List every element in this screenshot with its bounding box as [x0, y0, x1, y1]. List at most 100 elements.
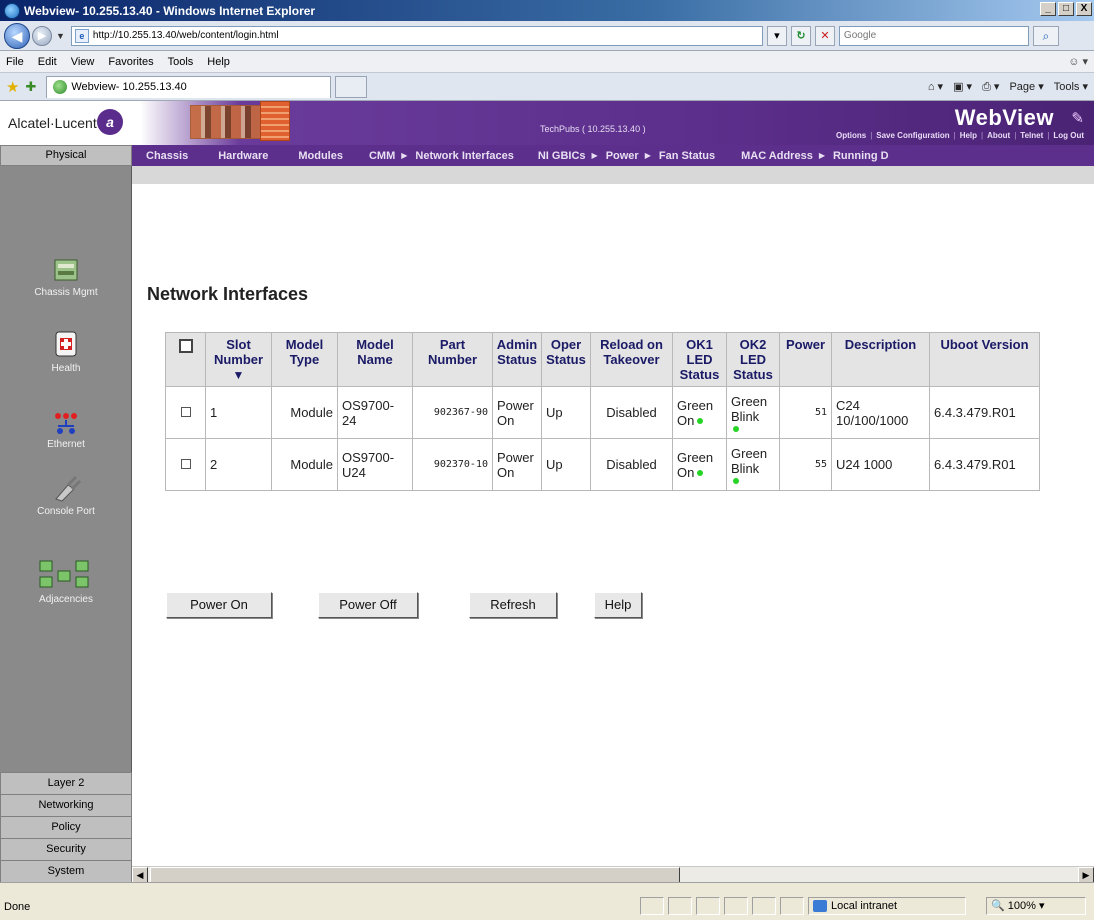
link-about[interactable]: About — [987, 131, 1010, 140]
tools-menu[interactable]: Tools ▾ — [1054, 80, 1088, 94]
link-telnet[interactable]: Telnet — [1020, 131, 1043, 140]
menu-ni-gbics[interactable]: NI GBICs — [538, 150, 586, 162]
status-panel — [640, 897, 664, 915]
zoom-control[interactable]: 🔍 100% ▾ — [986, 897, 1086, 915]
top-links: Options | Save Configuration | Help | About… — [835, 131, 1084, 140]
close-button[interactable]: X — [1076, 2, 1092, 16]
menu-view[interactable]: View — [71, 56, 95, 68]
maximize-button[interactable]: □ — [1058, 2, 1074, 16]
cell-oper-status: Up — [541, 438, 591, 491]
url-dropdown-icon[interactable]: ▾ — [766, 25, 787, 46]
power-off-button[interactable]: Power Off — [318, 592, 418, 618]
sidebar-label-console-port: Console Port — [37, 506, 95, 517]
tab-webview[interactable]: Webview- 10.255.13.40 — [46, 75, 332, 98]
menu-modules[interactable]: Modules — [298, 150, 343, 162]
refresh-button[interactable]: Refresh — [469, 592, 557, 618]
header-slot-number[interactable]: Slot Number ▼ — [205, 332, 272, 387]
row-checkbox[interactable] — [180, 459, 191, 469]
sidebar-item-health[interactable]: Health — [0, 328, 132, 374]
link-options[interactable]: Options — [836, 131, 866, 140]
sidebar-item-ethernet[interactable]: Ethernet — [0, 412, 132, 450]
header-reload-on-takeover: Reload on Takeover — [590, 332, 673, 387]
ie-icon — [4, 2, 20, 19]
pen-icon: ✎ — [1071, 110, 1084, 127]
new-tab-button[interactable] — [335, 75, 368, 98]
section-tab-layer-2[interactable]: Layer 2 — [0, 772, 132, 794]
refresh-icon[interactable]: ↻ — [790, 25, 811, 46]
window-controls: _ □ X — [1040, 2, 1092, 16]
forward-icon[interactable]: ▶ — [32, 25, 52, 46]
ie-menu-icon[interactable]: ☺ ▾ — [1068, 55, 1088, 68]
menu-edit[interactable]: Edit — [38, 56, 57, 68]
green-led-icon — [697, 418, 704, 425]
header-uboot-version: Uboot Version — [929, 332, 1040, 387]
status-panel — [752, 897, 776, 915]
alcatel-logo-icon: a — [97, 109, 123, 135]
sidebar-item-console-port[interactable]: Console Port — [0, 471, 132, 517]
minimize-button[interactable]: _ — [1040, 2, 1056, 16]
header-select-all[interactable] — [165, 332, 206, 387]
tab-ie-icon — [53, 80, 68, 94]
menu-network-interfaces[interactable]: Network Interfaces — [415, 150, 513, 162]
home-icon[interactable]: ⌂ ▾ — [928, 80, 943, 94]
search-input[interactable]: Google — [838, 25, 1029, 46]
menu-running-d[interactable]: Running D — [833, 150, 889, 162]
row-select-cell[interactable] — [165, 386, 206, 439]
stop-icon[interactable]: ✕ — [814, 25, 835, 46]
row-checkbox[interactable] — [180, 407, 191, 417]
menu-mac-address[interactable]: MAC Address — [741, 150, 813, 162]
scroll-left-icon[interactable]: ◀ — [132, 867, 148, 883]
menu-help[interactable]: Help — [207, 56, 230, 68]
horizontal-scrollbar[interactable]: ◀ ▶ — [132, 866, 1094, 883]
security-zone[interactable]: Local intranet — [808, 897, 966, 915]
window-title-bar: Webview- 10.255.13.40 - Windows Internet… — [0, 0, 1094, 21]
back-icon[interactable]: ◀ — [4, 22, 30, 49]
section-tab-networking[interactable]: Networking — [0, 794, 132, 816]
sidebar-label-chassis-mgmt: Chassis Mgmt — [34, 287, 98, 298]
help-button[interactable]: Help — [594, 592, 642, 618]
menu-cmm[interactable]: CMM — [369, 150, 395, 162]
menu-favorites[interactable]: Favorites — [108, 56, 153, 68]
link-save-configuration[interactable]: Save Configuration — [876, 131, 949, 140]
sidebar-item-chassis-mgmt[interactable]: Chassis Mgmt — [0, 254, 132, 298]
link-log-out[interactable]: Log Out — [1053, 131, 1084, 140]
power-on-button[interactable]: Power On — [166, 592, 272, 618]
menu-power[interactable]: Power — [606, 150, 639, 162]
sidebar-label-health: Health — [51, 363, 81, 374]
app-banner: Alcatel·Lucent a TechPubs ( 10.255.13.40… — [0, 101, 1094, 145]
address-bar: ◀ ▶ ▼ e http://10.255.13.40/web/content/… — [0, 21, 1094, 51]
section-tab-security[interactable]: Security — [0, 838, 132, 860]
header-description: Description — [831, 332, 930, 387]
tab-label: Webview- 10.255.13.40 — [71, 81, 187, 93]
search-icon[interactable]: ⌕ — [1032, 25, 1059, 46]
menu-file[interactable]: File — [6, 56, 24, 68]
cell-power: 55 — [779, 438, 832, 491]
section-tab-system[interactable]: System — [0, 860, 132, 882]
feeds-icon[interactable]: ▣ ▾ — [953, 80, 972, 94]
physical-menu: Chassis Hardware Modules CMM ▶ Network I… — [132, 145, 1094, 166]
page-menu[interactable]: Page ▾ — [1009, 80, 1043, 94]
scroll-right-icon[interactable]: ▶ — [1078, 867, 1094, 883]
section-tab-policy[interactable]: Policy — [0, 816, 132, 838]
scroll-thumb[interactable] — [150, 867, 680, 883]
menu-bar: File Edit View Favorites Tools Help ☺ ▾ — [0, 51, 1094, 73]
link-help[interactable]: Help — [960, 131, 977, 140]
add-favorites-icon[interactable]: ✚ — [25, 79, 36, 95]
sidebar-item-adjacencies[interactable]: Adjacencies — [0, 557, 132, 605]
command-bar: ⌂ ▾ ▣ ▾ ⎙ ▾ Page ▾ Tools ▾ — [928, 80, 1088, 94]
cell-slot: 2 — [205, 438, 272, 491]
menu-chassis[interactable]: Chassis — [146, 150, 188, 162]
sort-icon[interactable]: ▼ — [209, 368, 268, 382]
print-icon[interactable]: ⎙ ▾ — [982, 80, 999, 94]
menu-fan-status[interactable]: Fan Status — [659, 150, 715, 162]
cell-description: U24 1000 — [831, 438, 930, 491]
menu-tools[interactable]: Tools — [168, 56, 194, 68]
history-dropdown-icon[interactable]: ▼ — [56, 31, 65, 41]
menu-hardware[interactable]: Hardware — [218, 150, 268, 162]
url-input[interactable]: e http://10.255.13.40/web/content/login.… — [70, 25, 763, 46]
row-select-cell[interactable] — [165, 438, 206, 491]
select-all-checkbox[interactable] — [178, 339, 193, 353]
favorites-star-icon[interactable]: ★ — [6, 78, 19, 96]
chassis-icon — [54, 259, 78, 281]
section-tab-physical[interactable]: Physical — [0, 145, 132, 166]
